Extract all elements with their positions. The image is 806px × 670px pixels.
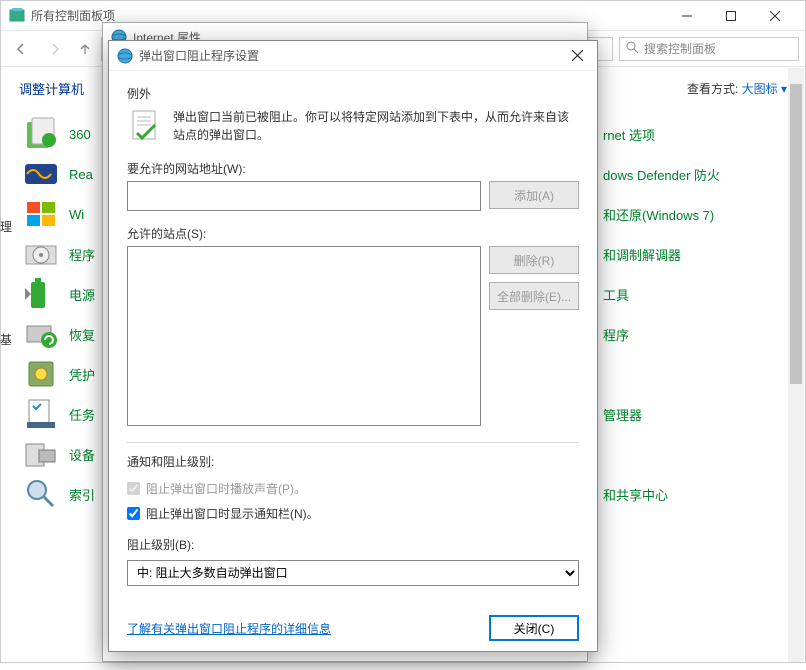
cp-item[interactable]: 程序	[599, 314, 787, 354]
close-button[interactable]	[753, 2, 797, 30]
adjust-label: 调整计算机	[19, 79, 84, 98]
allowed-sites-row: 删除(R) 全部删除(E)...	[127, 246, 579, 426]
notification-checkbox-label: 阻止弹出窗口时显示通知栏(N)。	[146, 505, 319, 522]
left-strip: 理 基	[0, 108, 14, 348]
allowed-sites-label: 允许的站点(S):	[127, 225, 579, 242]
notify-section-label: 通知和阻止级别:	[127, 453, 579, 470]
exceptions-section-label: 例外	[127, 85, 579, 102]
add-button[interactable]: 添加(A)	[489, 181, 579, 209]
checklist-icon	[23, 396, 59, 432]
description-row: 弹出窗口当前已被阻止。你可以将特定网站添加到下表中，从而允许来自该站点的弹出窗口…	[127, 108, 579, 144]
cp-right-col: rnet 选项 dows Defender 防火 和还原(Windows 7) …	[599, 114, 787, 514]
cp-item[interactable]: 凭护	[19, 354, 109, 394]
cp-item[interactable]: 和共享中心	[599, 474, 787, 514]
allow-address-input[interactable]	[127, 181, 481, 211]
cp-item[interactable]: 设备	[19, 434, 109, 474]
back-button[interactable]	[7, 35, 35, 63]
minimize-button[interactable]	[665, 2, 709, 30]
dialog-body: 例外 弹出窗口当前已被阻止。你可以将特定网站添加到下表中，从而允许来自该站点的弹…	[109, 71, 597, 651]
close-dialog-button[interactable]: 关闭(C)	[489, 615, 579, 641]
search-placeholder: 搜索控制面板	[644, 40, 716, 57]
cp-left-col: 360 Rea Wi 程序 电源 恢复 凭护 任务 设备 索引	[19, 114, 109, 514]
maximize-button[interactable]	[709, 2, 753, 30]
footer-row: 了解有关弹出窗口阻止程序的详细信息 关闭(C)	[127, 607, 579, 641]
cp-item[interactable]: 工具	[599, 274, 787, 314]
popup-blocker-dialog: 弹出窗口阻止程序设置 例外 弹出窗口当前已被阻止。你可以将特定网站添加到下表中，…	[108, 40, 598, 652]
cp-item[interactable]: dows Defender 防火	[599, 154, 787, 194]
delete-all-button[interactable]: 全部删除(E)...	[489, 282, 579, 310]
popup-dialog-titlebar: 弹出窗口阻止程序设置	[109, 41, 597, 71]
notification-checkbox-row[interactable]: 阻止弹出窗口时显示通知栏(N)。	[127, 505, 579, 522]
control-panel-icon	[9, 8, 25, 24]
sound-checkbox-row[interactable]: 阻止弹出窗口时播放声音(P)。	[127, 480, 579, 497]
block-level-label: 阻止级别(B):	[127, 536, 579, 553]
cp-item[interactable]: 管理器	[599, 394, 787, 434]
search-icon	[626, 41, 640, 57]
list-buttons: 删除(R) 全部删除(E)...	[489, 246, 579, 426]
cp-item[interactable]: Rea	[19, 154, 109, 194]
document-check-icon	[127, 108, 163, 144]
cp-item[interactable]: 和还原(Windows 7)	[599, 194, 787, 234]
safe-icon	[23, 356, 59, 392]
windows-icon	[23, 196, 59, 232]
recovery-icon	[23, 316, 59, 352]
up-button[interactable]	[75, 35, 95, 63]
devices-icon	[23, 436, 59, 472]
cp-item[interactable]: 和调制解调器	[599, 234, 787, 274]
block-level-select[interactable]: 中: 阻止大多数自动弹出窗口	[127, 560, 579, 586]
popup-dialog-title: 弹出窗口阻止程序设置	[139, 47, 559, 64]
sound-checkbox-label: 阻止弹出窗口时播放声音(P)。	[146, 480, 306, 497]
cp-item[interactable]: 恢复	[19, 314, 109, 354]
allow-address-label: 要允许的网站地址(W):	[127, 160, 579, 177]
cp-item[interactable]: 任务	[19, 394, 109, 434]
view-mode-link[interactable]: 大图标 ▾	[742, 82, 787, 96]
close-button[interactable]	[559, 43, 595, 69]
view-mode: 查看方式: 大图标 ▾	[687, 80, 787, 97]
window-controls	[665, 2, 797, 30]
app-icon	[23, 116, 59, 152]
allowed-sites-listbox[interactable]	[127, 246, 481, 426]
learn-more-link[interactable]: 了解有关弹出窗口阻止程序的详细信息	[127, 620, 331, 637]
cp-item[interactable]: 电源	[19, 274, 109, 314]
divider	[127, 442, 579, 443]
internet-icon	[117, 48, 133, 64]
delete-button[interactable]: 删除(R)	[489, 246, 579, 274]
address-input-row: 添加(A)	[127, 181, 579, 211]
scrollbar[interactable]	[788, 68, 804, 662]
scrollbar-thumb[interactable]	[790, 84, 802, 384]
sound-checkbox[interactable]	[127, 482, 140, 495]
cp-item[interactable]: Wi	[19, 194, 109, 234]
disc-icon	[23, 236, 59, 272]
battery-icon	[23, 276, 59, 312]
cp-item[interactable]	[599, 434, 787, 474]
cp-item[interactable]: 360	[19, 114, 109, 154]
cp-item[interactable]: 索引	[19, 474, 109, 514]
forward-button[interactable]	[41, 35, 69, 63]
cp-item[interactable]: rnet 选项	[599, 114, 787, 154]
app-icon	[23, 156, 59, 192]
description-text: 弹出窗口当前已被阻止。你可以将特定网站添加到下表中，从而允许来自该站点的弹出窗口…	[173, 108, 579, 144]
cp-item[interactable]: 程序	[19, 234, 109, 274]
search-box[interactable]: 搜索控制面板	[619, 37, 799, 61]
search-index-icon	[23, 476, 59, 512]
notification-checkbox[interactable]	[127, 507, 140, 520]
view-label: 查看方式:	[687, 82, 738, 96]
cp-item[interactable]	[599, 354, 787, 394]
